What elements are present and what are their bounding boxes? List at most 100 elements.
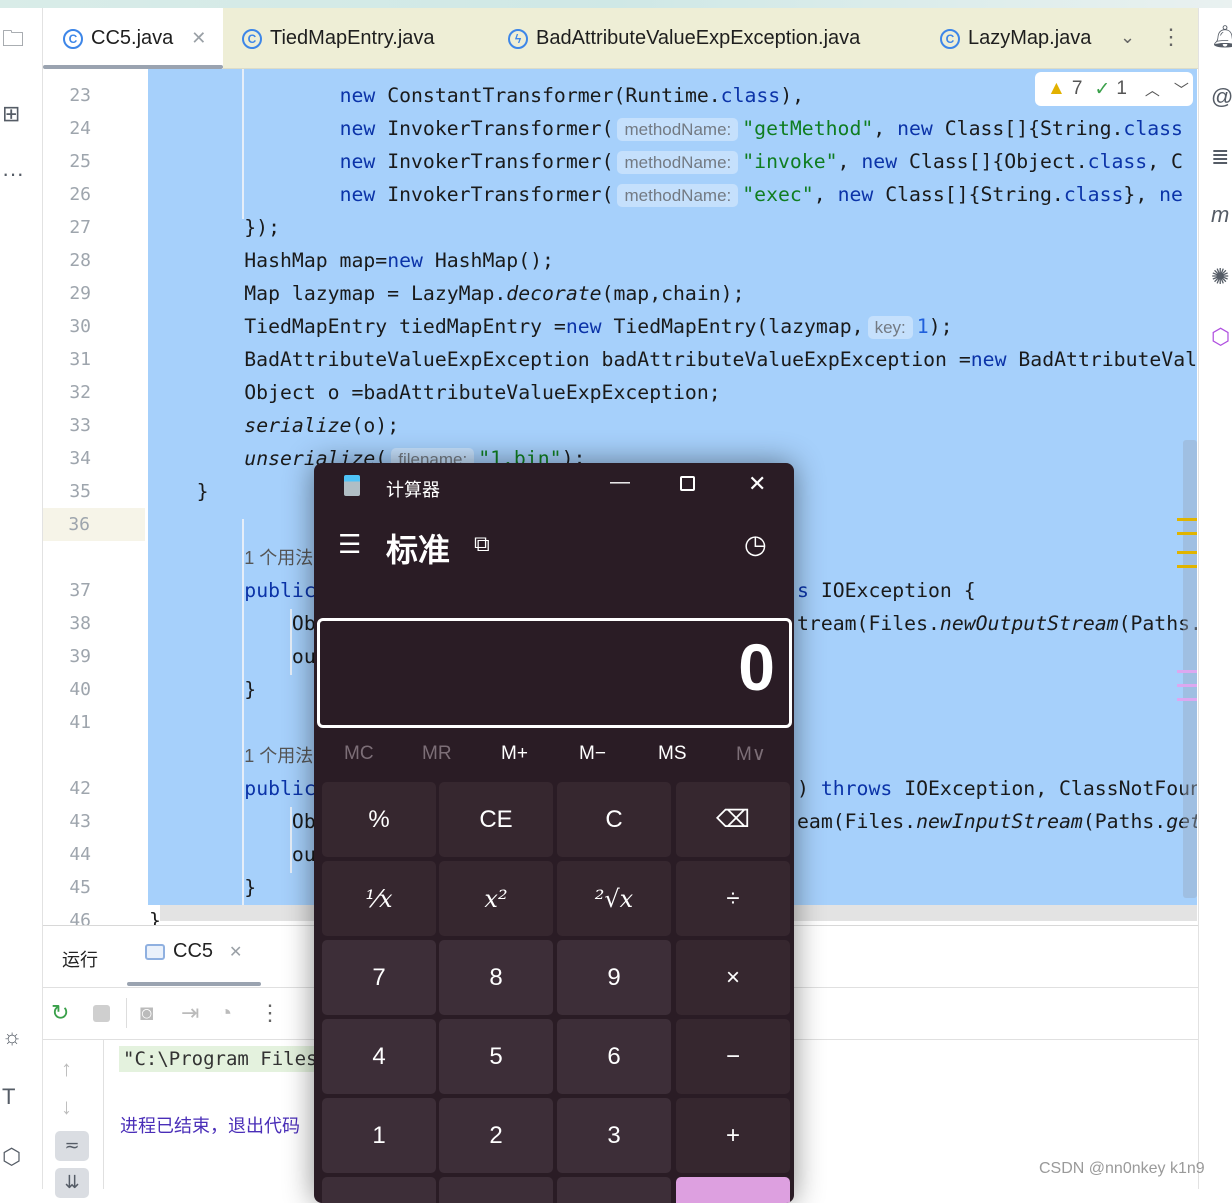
tab-tiedmapentry[interactable]: C TiedMapEntry.java [242, 8, 435, 69]
warning-marker[interactable] [1177, 551, 1197, 554]
code-token: new [339, 84, 376, 107]
chevron-down-icon[interactable]: ⌄ [1120, 28, 1135, 46]
memory-button-1[interactable]: MR [422, 743, 452, 765]
calc-key[interactable]: % [322, 782, 436, 857]
profiler-gauge-icon[interactable]: ◔ [219, 1002, 232, 1024]
memory-button-4[interactable]: MS [658, 743, 687, 765]
usages-link[interactable]: 1 个用法 [244, 548, 313, 568]
soft-wrap-icon[interactable]: ≂ [55, 1131, 89, 1161]
code-line[interactable]: 27 }); [0, 211, 1197, 244]
calc-key[interactable] [439, 1177, 553, 1203]
memory-button-2[interactable]: M+ [501, 743, 528, 765]
code-text: }); [149, 211, 1197, 244]
maven-icon[interactable]: m [1211, 204, 1229, 226]
memory-button-5[interactable]: M∨ [736, 743, 766, 766]
calc-key[interactable]: 5 [439, 1019, 553, 1094]
debug-bug-icon[interactable]: ☼ [2, 1026, 22, 1048]
hamburger-menu-icon[interactable]: ☰ [338, 529, 361, 560]
calc-key[interactable]: C [557, 782, 671, 857]
code-token: "exec" [742, 183, 814, 206]
code-line[interactable]: 28 HashMap map=new HashMap(); [0, 244, 1197, 277]
calc-key[interactable]: 6 [557, 1019, 671, 1094]
code-line[interactable]: 29 Map lazymap = LazyMap.decorate(map,ch… [0, 277, 1197, 310]
code-line[interactable]: 25 new InvokerTransformer(methodName: "in… [0, 145, 1197, 178]
code-line[interactable]: 26 new InvokerTransformer(methodName: "ex… [0, 178, 1197, 211]
warning-marker[interactable] [1177, 518, 1197, 521]
usages-link[interactable]: 1 个用法 [244, 746, 313, 766]
calc-key[interactable]: CE [439, 782, 553, 857]
minimize-icon[interactable]: — [610, 471, 630, 494]
calc-key[interactable]: 8 [439, 940, 553, 1015]
close-tab-icon[interactable]: ✕ [229, 942, 242, 962]
calc-key[interactable]: + [676, 1098, 790, 1173]
memory-button-0[interactable]: MC [344, 743, 374, 765]
services-play-icon[interactable]: ⬡ [2, 1146, 21, 1168]
code-line[interactable]: 24 new InvokerTransformer(methodName: "ge… [0, 112, 1197, 145]
plugin-hex-icon[interactable]: ⬡ [1211, 326, 1230, 348]
calc-key[interactable]: ²√x [557, 861, 671, 936]
warning-marker[interactable] [1177, 565, 1197, 568]
calc-key[interactable]: 1 [322, 1098, 436, 1173]
parameter-hint: key: [867, 316, 913, 339]
notifications-bell-icon[interactable]: 🔔︎ [1211, 26, 1232, 48]
calc-key[interactable]: ÷ [676, 861, 790, 936]
scroll-to-end-icon[interactable]: ⇊ [55, 1168, 89, 1198]
calc-key[interactable]: 9 [557, 940, 671, 1015]
code-token: tream(Files. [797, 612, 940, 635]
history-icon[interactable]: ◷ [744, 529, 767, 560]
calc-key[interactable]: × [676, 940, 790, 1015]
code-text-right: s IOException { [797, 574, 1197, 607]
maximize-icon[interactable] [680, 476, 695, 491]
code-line[interactable]: 23 new ConstantTransformer(Runtime.class… [0, 79, 1197, 112]
tab-cc5[interactable]: C CC5.java ✕ [43, 8, 223, 69]
calc-key[interactable]: ¹⁄x [322, 861, 436, 936]
inspection-widget[interactable]: ▲ 7 ✓ 1 ︿ ﹀ [1035, 72, 1193, 106]
calc-key[interactable] [557, 1177, 671, 1203]
scroll-down-arrow-icon[interactable]: ↓ [61, 1096, 72, 1118]
vertical-scrollbar[interactable] [1183, 440, 1197, 898]
calc-key[interactable]: ⌫ [676, 782, 790, 857]
line-number: 35 [69, 481, 91, 502]
restore-layout-icon[interactable]: ⇥ [181, 1002, 199, 1024]
folder-icon[interactable]: 🗀 [2, 28, 24, 50]
code-line[interactable]: 32 Object o =badAttributeValueExpExcepti… [0, 376, 1197, 409]
calc-key[interactable] [676, 1177, 790, 1203]
code-line[interactable]: 31 BadAttributeValueExpException badAttr… [0, 343, 1197, 376]
tab-cc5-run[interactable]: CC5 ✕ [145, 940, 242, 963]
stop-icon[interactable] [93, 1005, 110, 1022]
code-text-right: ) throws IOException, ClassNotFoun [797, 772, 1197, 805]
calc-key[interactable]: 7 [322, 940, 436, 1015]
openai-icon[interactable]: ✺ [1211, 266, 1229, 288]
calc-key[interactable]: 2 [439, 1098, 553, 1173]
calc-key[interactable]: x² [439, 861, 553, 936]
ai-assistant-swirl-icon[interactable]: @ [1211, 86, 1232, 108]
tab-badattributevalueexpexception[interactable]: ϟ BadAttributeValueExpException.java [508, 8, 860, 69]
rerun-icon[interactable]: ↻ [51, 1002, 69, 1024]
database-icon[interactable]: ≣ [1211, 146, 1229, 168]
calc-key[interactable]: 3 [557, 1098, 671, 1173]
camera-icon[interactable]: ◙ [140, 1002, 153, 1024]
calc-key[interactable]: − [676, 1019, 790, 1094]
info-marker[interactable] [1177, 698, 1197, 701]
chevron-up-icon[interactable]: ︿ [1145, 79, 1160, 100]
code-line[interactable]: 33 serialize(o); [0, 409, 1197, 442]
code-line[interactable]: 30 TiedMapEntry tiedMapEntry =new TiedMa… [0, 310, 1197, 343]
info-marker[interactable] [1177, 670, 1197, 673]
scroll-up-arrow-icon[interactable]: ↑ [61, 1058, 72, 1080]
close-icon[interactable]: ✕ [748, 471, 766, 497]
build-hammer-icon[interactable]: T [2, 1086, 15, 1108]
more-icon[interactable]: ⋮ [259, 1002, 281, 1024]
kebab-menu-icon[interactable]: ⋮ [1160, 26, 1182, 48]
info-marker[interactable] [1177, 684, 1197, 687]
close-tab-icon[interactable]: ✕ [191, 28, 206, 49]
warning-marker[interactable] [1177, 532, 1197, 535]
calc-key[interactable] [322, 1177, 436, 1203]
chevron-down-icon[interactable]: ﹀ [1174, 79, 1189, 100]
memory-button-3[interactable]: M− [579, 743, 606, 765]
keep-on-top-icon[interactable]: ⧉ [474, 531, 490, 557]
tab-lazymap[interactable]: C LazyMap.java [940, 8, 1098, 69]
calc-key[interactable]: 4 [322, 1019, 436, 1094]
calculator-display[interactable]: 0 [317, 618, 792, 728]
